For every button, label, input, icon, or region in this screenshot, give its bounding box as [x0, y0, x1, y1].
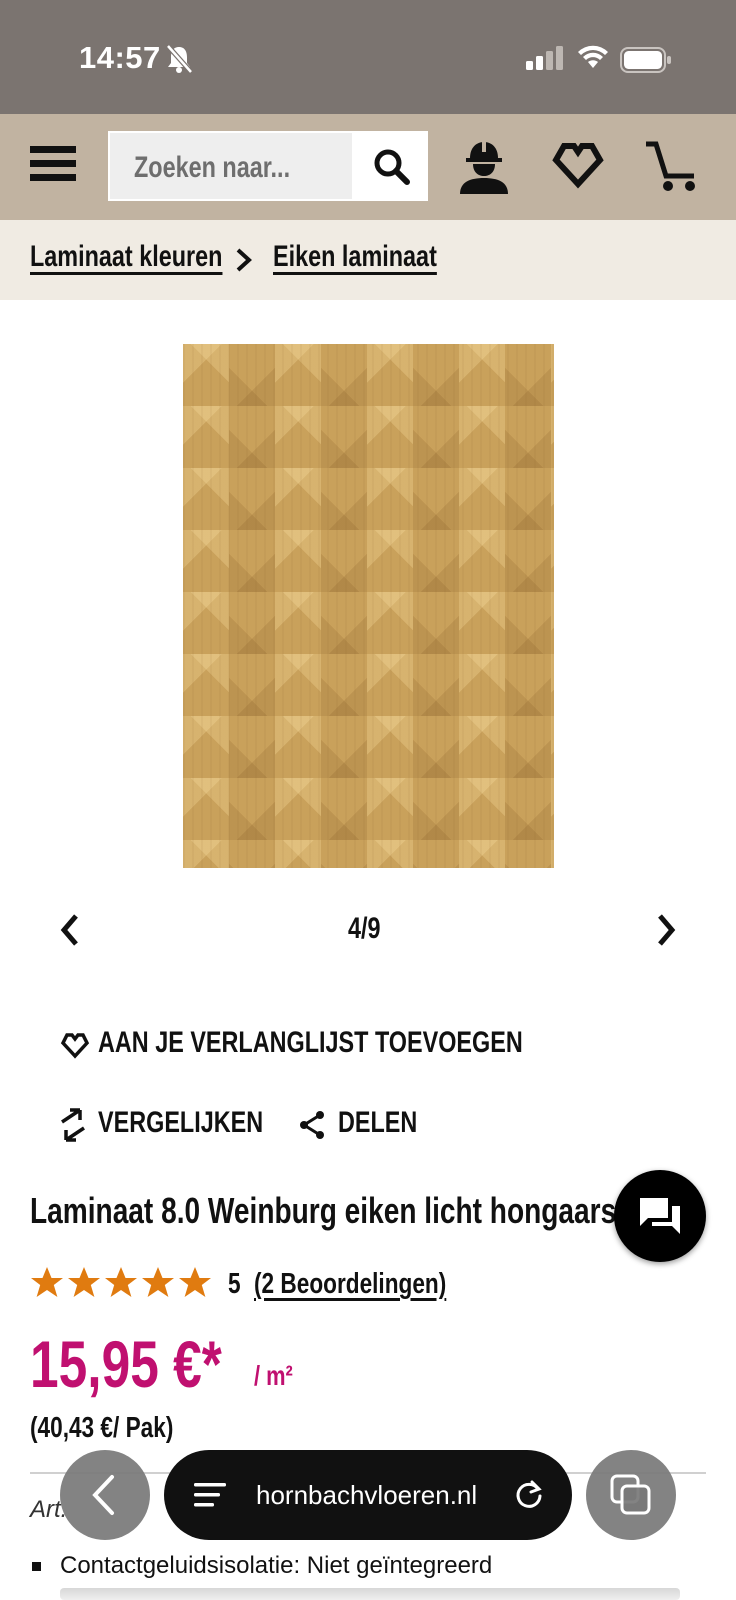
gallery-next-icon[interactable]: [654, 912, 678, 948]
status-bar: 14:57: [0, 0, 736, 114]
gallery-prev-icon[interactable]: [58, 912, 82, 948]
star-icon: [31, 1267, 63, 1297]
chat-icon: [640, 1198, 680, 1234]
share-button[interactable]: DELEN: [298, 1106, 428, 1146]
feature-item: Contactgeluidsisolatie: Niet geïntegreer…: [30, 1552, 492, 1580]
wifi-icon: [578, 45, 608, 68]
product-image[interactable]: [183, 344, 554, 868]
wishlist-heart-icon[interactable]: [552, 138, 604, 190]
star-icon: [68, 1267, 100, 1297]
search-placeholder: Zoeken naar...: [134, 151, 291, 184]
browser-address-bar[interactable]: hornbachvloeren.nl: [164, 1450, 572, 1540]
breadcrumb-laminaat-kleuren[interactable]: Laminaat kleuren: [30, 240, 222, 274]
status-time: 14:57: [79, 40, 161, 75]
compare-arrows-icon: [61, 1108, 85, 1142]
reload-icon[interactable]: [514, 1480, 544, 1510]
wishlist-label: AAN JE VERLANGLIJST TOEVOEGEN: [98, 1026, 523, 1059]
product-title: Laminaat 8.0 Weinburg eiken licht hongaa…: [30, 1190, 617, 1231]
cart-icon[interactable]: [644, 138, 700, 194]
hamburger-menu-icon[interactable]: [30, 146, 76, 186]
pack-price: (40,43 €/ Pak): [30, 1412, 174, 1444]
search-input[interactable]: Zoeken naar...: [110, 133, 352, 199]
rating-value: 5: [228, 1268, 241, 1300]
gallery-counter: 4/9: [348, 912, 381, 945]
browser-url: hornbachvloeren.nl: [256, 1480, 478, 1510]
rating-stars: [31, 1267, 211, 1297]
share-label: DELEN: [338, 1106, 418, 1139]
page-menu-icon[interactable]: [194, 1482, 226, 1508]
feature-item-partial: [60, 1588, 680, 1600]
star-icon: [179, 1267, 211, 1297]
breadcrumb: Laminaat kleuren Eiken laminaat: [0, 220, 736, 300]
tabs-icon: [610, 1474, 651, 1515]
reviews-link[interactable]: (2 Beoordelingen): [254, 1268, 446, 1301]
browser-tabs-button[interactable]: [586, 1450, 676, 1540]
heart-icon: [60, 1033, 90, 1059]
chevron-left-icon: [92, 1475, 114, 1515]
bell-muted-icon: [166, 44, 193, 74]
account-worker-icon[interactable]: [456, 138, 512, 194]
feature-text: Contactgeluidsisolatie: Niet geïntegreer…: [60, 1552, 493, 1579]
star-icon: [142, 1267, 174, 1297]
chevron-right-icon: [236, 248, 252, 272]
price-unit: / m²: [254, 1360, 293, 1391]
add-to-wishlist-button[interactable]: AAN JE VERLANGLIJST TOEVOEGEN: [58, 1026, 523, 1066]
star-icon: [105, 1267, 137, 1297]
search-bar: Zoeken naar...: [108, 131, 428, 201]
chat-button[interactable]: [614, 1170, 706, 1262]
browser-back-button[interactable]: [60, 1450, 150, 1540]
compare-button[interactable]: VERGELIJKEN: [58, 1106, 263, 1146]
compare-label: VERGELIJKEN: [98, 1106, 264, 1139]
share-icon: [300, 1111, 324, 1139]
product-price: 15,95 €*: [30, 1327, 222, 1401]
cellular-signal-icon: [526, 46, 563, 70]
breadcrumb-eiken-laminaat[interactable]: Eiken laminaat: [273, 240, 437, 274]
search-icon[interactable]: [372, 147, 412, 187]
battery-icon: [620, 47, 671, 73]
site-header: Zoeken naar...: [0, 114, 736, 220]
